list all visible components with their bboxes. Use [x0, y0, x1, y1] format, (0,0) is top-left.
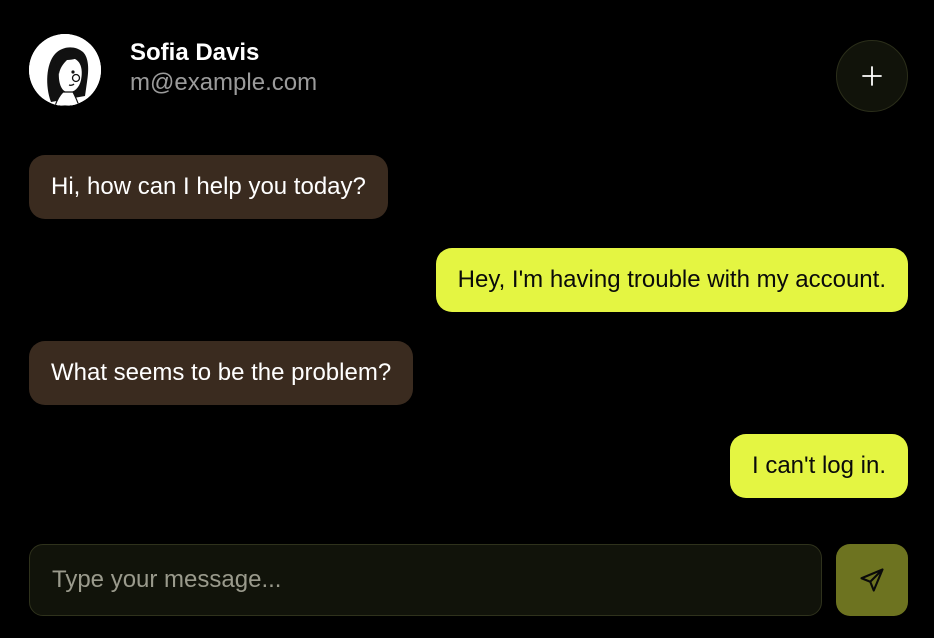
message-row: I can't log in.: [29, 434, 908, 498]
message-composer: [29, 544, 908, 616]
send-button[interactable]: [836, 544, 908, 616]
message-row: What seems to be the problem?: [29, 341, 908, 405]
chat-header: Sofia Davis m@example.com: [29, 34, 908, 112]
message-input[interactable]: [29, 544, 822, 616]
agent-message-bubble: Hi, how can I help you today?: [29, 155, 388, 219]
message-list: Hi, how can I help you today? Hey, I'm h…: [29, 155, 908, 527]
plus-icon: [862, 66, 882, 86]
user-message-bubble: I can't log in.: [730, 434, 908, 498]
avatar-illustration: [29, 34, 101, 106]
send-icon: [860, 568, 884, 592]
avatar: [29, 34, 101, 106]
new-chat-button[interactable]: [836, 40, 908, 112]
user-name: Sofia Davis: [130, 39, 260, 66]
agent-message-bubble: What seems to be the problem?: [29, 341, 414, 405]
chat-window: Sofia Davis m@example.com Hi, how can I …: [0, 0, 934, 638]
user-email: m@example.com: [130, 69, 318, 96]
user-message-bubble: Hey, I'm having trouble with my account.: [435, 248, 908, 312]
message-row: Hey, I'm having trouble with my account.: [29, 248, 908, 312]
message-row: Hi, how can I help you today?: [29, 155, 908, 219]
user-info: Sofia Davis m@example.com: [130, 38, 317, 98]
